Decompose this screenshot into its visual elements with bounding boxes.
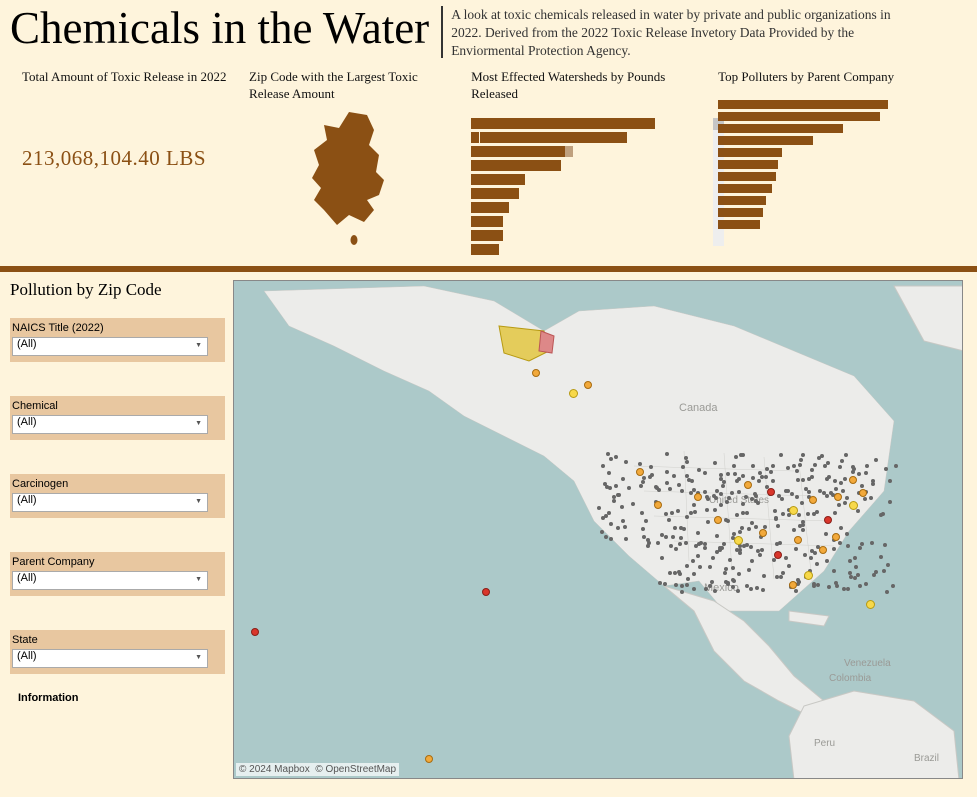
chemical-select[interactable]: (All) xyxy=(12,415,208,434)
bar[interactable] xyxy=(718,112,880,121)
naics-select[interactable]: (All) xyxy=(12,337,208,356)
map[interactable]: Canada United States Mexico Venezuela Co… xyxy=(233,280,963,779)
kpi-title: Total Amount of Toxic Release in 2022 xyxy=(22,69,241,86)
map-label-venezuela: Venezuela xyxy=(844,658,891,669)
kpi-value: 213,068,104.40 LBS xyxy=(22,146,241,171)
bar[interactable] xyxy=(718,124,843,133)
map-attribution: © 2024 Mapbox © OpenStreetMap xyxy=(236,763,399,776)
bar[interactable] xyxy=(718,160,778,169)
filter-carcinogen: Carcinogen (All) xyxy=(10,474,225,518)
filter-label: Parent Company xyxy=(12,556,219,568)
bar[interactable] xyxy=(471,230,503,241)
sidebar: Pollution by Zip Code NAICS Title (2022)… xyxy=(10,280,225,779)
bar[interactable] xyxy=(471,132,627,143)
bar[interactable] xyxy=(718,208,763,217)
bar[interactable] xyxy=(471,188,519,199)
kpi-panel: Total Amount of Toxic Release in 2022 21… xyxy=(22,69,241,259)
page-subtitle: A look at toxic chemicals released in wa… xyxy=(451,4,921,61)
bar[interactable] xyxy=(718,172,776,181)
filter-label: Chemical xyxy=(12,400,219,412)
filter-naics: NAICS Title (2022) (All) xyxy=(10,318,225,362)
bar[interactable] xyxy=(471,146,565,157)
page-title: Chemicals in the Water xyxy=(10,4,441,54)
bar[interactable] xyxy=(471,216,503,227)
state-select[interactable]: (All) xyxy=(12,649,208,668)
filter-label: State xyxy=(12,634,219,646)
watersheds-chart[interactable] xyxy=(471,108,710,255)
map-label-peru: Peru xyxy=(814,738,835,749)
bar[interactable] xyxy=(471,244,499,255)
filter-parent: Parent Company (All) xyxy=(10,552,225,596)
bar[interactable] xyxy=(471,160,561,171)
bar[interactable] xyxy=(471,202,509,213)
bar[interactable] xyxy=(718,148,782,157)
filter-state: State (All) xyxy=(10,630,225,674)
parent-select[interactable]: (All) xyxy=(12,571,208,590)
title-divider xyxy=(441,6,443,58)
section-rule xyxy=(0,266,977,272)
zip-shape-icon xyxy=(309,110,399,250)
info-heading: Information xyxy=(10,692,225,704)
map-label-brazil: Brazil xyxy=(914,753,939,764)
polluters-panel: Top Polluters by Parent Company xyxy=(718,69,967,259)
bar[interactable] xyxy=(471,118,655,129)
filter-label: Carcinogen xyxy=(12,478,219,490)
bar[interactable] xyxy=(718,220,760,229)
bar[interactable] xyxy=(471,174,525,185)
bar[interactable] xyxy=(718,100,888,109)
bar[interactable] xyxy=(718,196,766,205)
polluters-chart[interactable] xyxy=(718,92,967,229)
bar[interactable] xyxy=(718,184,772,193)
zip-title: Zip Code with the Largest Toxic Release … xyxy=(249,69,429,103)
watersheds-panel: Most Effected Watersheds by Pounds Relea… xyxy=(471,69,710,259)
polluters-title: Top Polluters by Parent Company xyxy=(718,69,967,86)
carcinogen-select[interactable]: (All) xyxy=(12,493,208,512)
filter-chemical: Chemical (All) xyxy=(10,396,225,440)
map-label-us: United States xyxy=(709,495,769,506)
map-label-canada: Canada xyxy=(679,402,718,414)
section-title: Pollution by Zip Code xyxy=(10,280,225,300)
filter-label: NAICS Title (2022) xyxy=(12,322,219,334)
watersheds-title: Most Effected Watersheds by Pounds Relea… xyxy=(471,69,671,103)
bar[interactable] xyxy=(718,136,813,145)
zip-panel: Zip Code with the Largest Toxic Release … xyxy=(249,69,463,259)
map-label-colombia: Colombia xyxy=(829,673,872,684)
